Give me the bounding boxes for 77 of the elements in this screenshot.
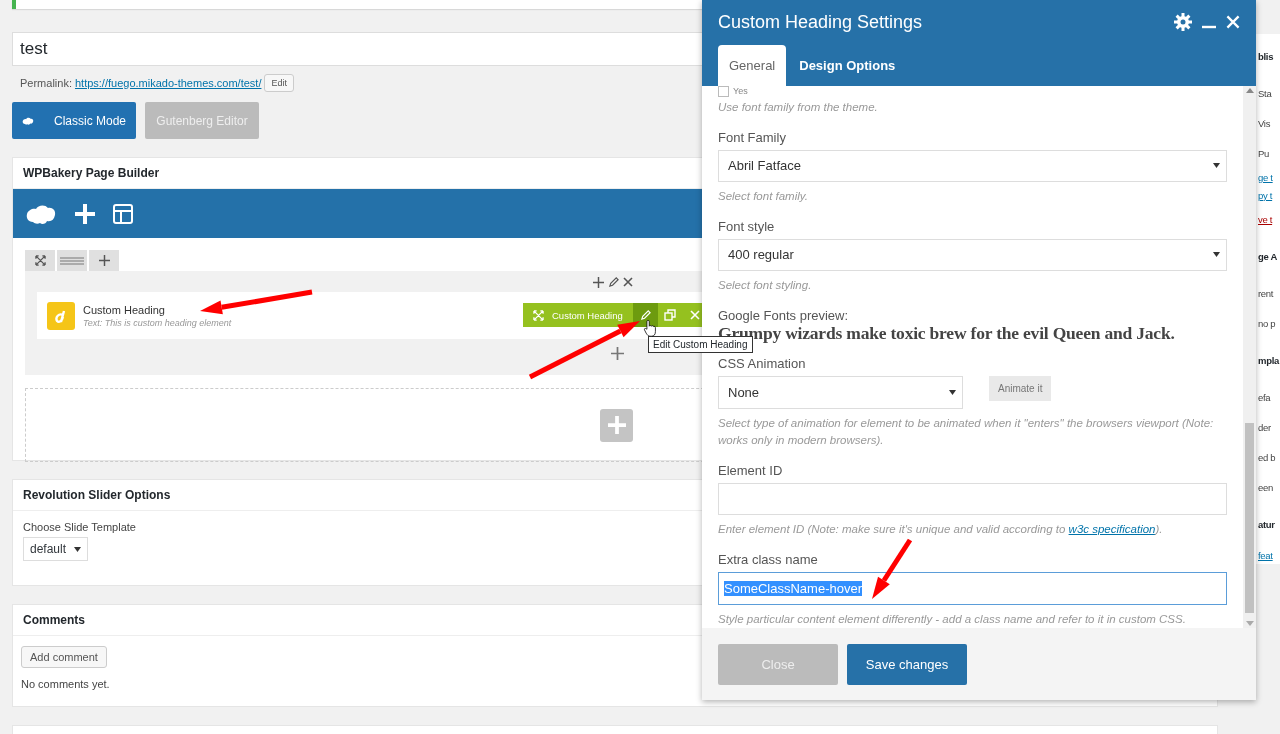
help-text: Select font styling. (718, 277, 813, 293)
box-title: WPBakery Page Builder (23, 166, 160, 180)
field-label: CSS Animation (718, 355, 807, 371)
sidebar-heading: atur (1256, 502, 1280, 546)
caret-icon (949, 389, 956, 395)
expand-icon[interactable] (34, 255, 46, 266)
field-label: Choose Slide Template (23, 521, 136, 533)
permalink-label: Permalink: (20, 76, 72, 89)
save-button[interactable]: Save changes (847, 643, 967, 685)
sidebar-heading: mpla (1256, 338, 1280, 382)
heading-element-icon (47, 301, 75, 330)
sidebar-text: Pu (1256, 138, 1280, 168)
box-title: Comments (23, 613, 85, 627)
scroll-down-icon[interactable] (1245, 621, 1254, 626)
checkbox[interactable] (718, 86, 729, 97)
input-field[interactable] (718, 482, 1227, 516)
settings-icon[interactable] (1174, 13, 1192, 31)
plus-icon[interactable] (98, 255, 110, 266)
help-text: Style particular content element differently - add a class name and refer to it in custom CSS. (718, 612, 1187, 627)
copy-icon (664, 309, 677, 321)
row-add-tab[interactable] (89, 250, 119, 271)
element-description: Text: This is custom heading element (83, 317, 232, 328)
select-field[interactable]: default (23, 537, 89, 561)
select-field[interactable]: Abril Fatface (718, 150, 1227, 182)
permalink-link[interactable]: https://fuego.mikado-themes.com/test/ (74, 76, 262, 89)
arrow-annotation (872, 538, 913, 599)
sidebar-text: Vis (1256, 108, 1280, 138)
caret-icon (1213, 252, 1220, 258)
sidebar-link[interactable]: feat (1256, 546, 1280, 564)
dialog-title: Custom Heading Settings (718, 11, 923, 33)
caret-icon (74, 546, 82, 552)
sidebar-link[interactable]: py t (1256, 186, 1280, 204)
help-text: Enter element ID (Note: make sure it's unique and valid according to w3c specification). (718, 522, 1164, 538)
close-icon[interactable] (623, 277, 633, 287)
layout-icon[interactable] (113, 203, 133, 224)
edit-button[interactable]: Edit (264, 73, 294, 92)
help-text: Select font family. (718, 188, 809, 204)
box-title: Revolution Slider Options (23, 488, 171, 502)
field-label: Font Family (718, 130, 787, 145)
sidebar-link[interactable]: ve t (1256, 204, 1280, 234)
specification-link[interactable]: w3c specification (1068, 523, 1156, 536)
sidebar-text: efa (1256, 382, 1280, 412)
input-field[interactable]: SomeClassName-hover (718, 572, 1227, 605)
scroll-up-icon[interactable] (1245, 88, 1254, 93)
scrollbar-thumb[interactable] (1245, 423, 1254, 613)
help-text: Select type of animation for element to be animated when it "enters" the browsers viewport (Note: works only in modern browsers). (718, 415, 1215, 448)
field-label: Google Fonts preview: (718, 307, 850, 323)
sidebar-text: een (1256, 472, 1280, 502)
sidebar-text: der (1256, 412, 1280, 442)
sidebar-heading: ge A (1256, 234, 1280, 278)
field-label: Font style (718, 218, 776, 234)
sidebar-text: ed b (1256, 442, 1280, 472)
pencil-icon[interactable] (608, 277, 619, 288)
select-field[interactable]: None (718, 375, 963, 409)
animate-button[interactable]: Animate it (989, 375, 1052, 401)
help-text: Use font family from the theme. (718, 100, 879, 115)
field-label: Extra class name (718, 552, 819, 568)
plus-icon[interactable] (593, 277, 604, 288)
plus-icon[interactable] (611, 346, 624, 360)
dialog-tab[interactable]: General (718, 45, 787, 86)
add-element-icon[interactable] (75, 203, 95, 224)
sidebar-link[interactable]: ge t (1256, 168, 1280, 186)
editor-mode-button[interactable]: Classic Mode (12, 102, 136, 139)
caret-icon (1213, 163, 1220, 169)
scrollbar[interactable] (1243, 86, 1256, 628)
empty-comments-text: No comments yet. (21, 678, 110, 690)
field-label: Element ID (718, 462, 784, 478)
element-name: Custom Heading (83, 303, 166, 316)
sidebar-text: Sta (1256, 78, 1280, 108)
sidebar-text: no p (1256, 308, 1280, 338)
sidebar-text: rent (1256, 278, 1280, 308)
add-comment-button[interactable]: Add comment (21, 646, 107, 668)
lines-icon (60, 256, 84, 265)
checkbox-label: Yes (733, 86, 748, 96)
row-move-tab[interactable] (25, 250, 55, 271)
sidebar-heading: blis (1256, 34, 1280, 78)
select-field[interactable]: 400 regular (718, 238, 1227, 271)
